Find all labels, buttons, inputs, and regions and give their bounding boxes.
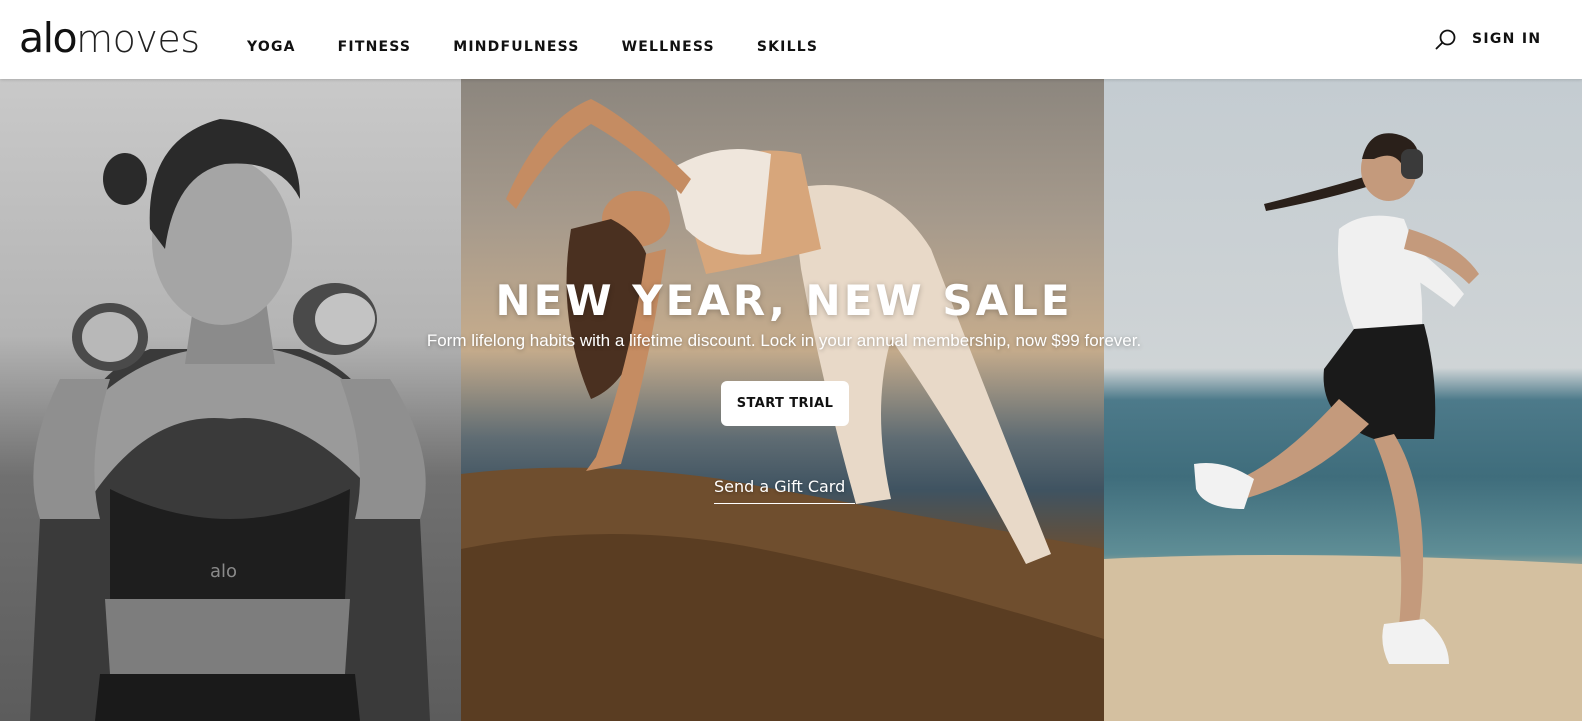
logo-moves: moves (76, 17, 200, 61)
alo-moves-logo[interactable]: alo moves (19, 14, 200, 62)
site-header: alo moves YOGA FITNESS MINDFULNESS WELLNE… (0, 0, 1582, 79)
hero-overlay: NEW YEAR, NEW SALE Form lifelong habits … (0, 79, 1582, 721)
logo-alo: alo (19, 14, 78, 62)
send-gift-card-link[interactable]: Send a Gift Card (714, 477, 855, 504)
search-icon (1435, 29, 1456, 50)
main-nav: YOGA FITNESS MINDFULNESS WELLNESS SKILLS (226, 0, 839, 93)
nav-item-fitness[interactable]: FITNESS (317, 39, 433, 55)
hero-banner: alo NEW YEAR, NEW SALE Form lifelong hab… (0, 79, 1582, 721)
sign-in-link[interactable]: SIGN IN (1472, 31, 1541, 47)
start-trial-button[interactable]: START TRIAL (721, 381, 849, 426)
search-button[interactable] (1434, 28, 1458, 52)
hero-subtitle: Form lifelong habits with a lifetime dis… (426, 331, 1142, 350)
hero-title: NEW YEAR, NEW SALE (495, 276, 1073, 325)
nav-item-skills[interactable]: SKILLS (736, 39, 839, 55)
nav-item-wellness[interactable]: WELLNESS (601, 39, 736, 55)
nav-item-mindfulness[interactable]: MINDFULNESS (432, 39, 600, 55)
nav-item-yoga[interactable]: YOGA (226, 39, 317, 55)
